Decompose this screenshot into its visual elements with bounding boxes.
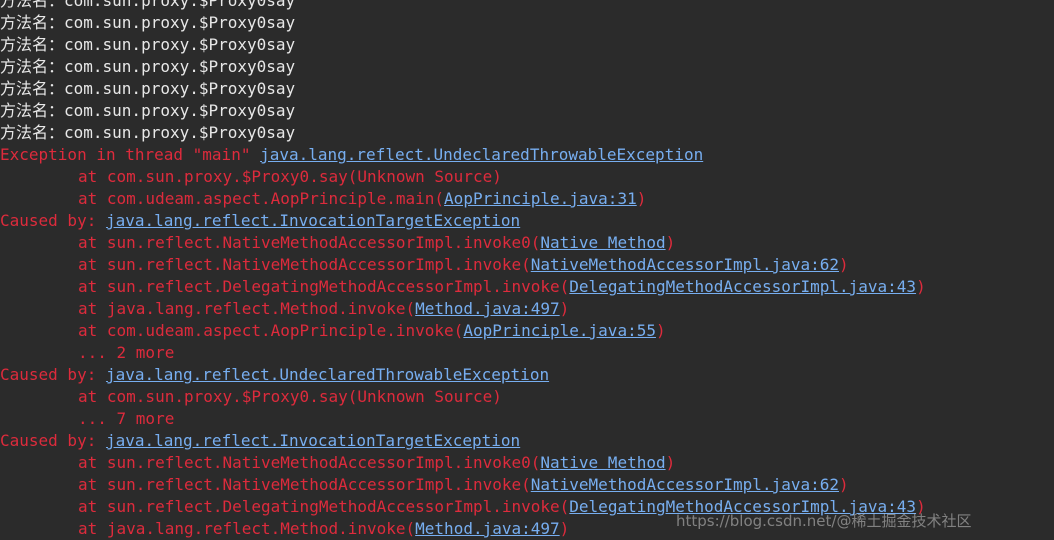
- more-frames: ... 7 more: [78, 409, 175, 428]
- stdout-line: 方法名：com.sun.proxy.$Proxy0say: [0, 101, 296, 120]
- source-link[interactable]: AopPrinciple.java:31: [444, 189, 637, 208]
- more-frames: ... 2 more: [78, 343, 175, 362]
- stack-frame: at sun.reflect.NativeMethodAccessorImpl.…: [0, 254, 1054, 276]
- caused-by-header: Caused by: java.lang.reflect.UndeclaredT…: [0, 364, 1054, 386]
- frame-suffix: ): [839, 255, 849, 274]
- frame-text: at sun.reflect.NativeMethodAccessorImpl.…: [78, 475, 531, 494]
- exception-class-link[interactable]: java.lang.reflect.UndeclaredThrowableExc…: [260, 145, 703, 164]
- frame-text: at sun.reflect.NativeMethodAccessorImpl.…: [78, 233, 541, 252]
- frame-suffix: ): [665, 233, 676, 252]
- stack-frame: at com.udeam.aspect.AopPrinciple.invoke(…: [0, 320, 1054, 342]
- source-link[interactable]: DelegatingMethodAccessorImpl.java:43: [569, 277, 916, 296]
- frame-text: at sun.reflect.NativeMethodAccessorImpl.…: [78, 453, 541, 472]
- source-link[interactable]: Method.java:497: [415, 299, 560, 318]
- caused-by-header: Caused by: java.lang.reflect.InvocationT…: [0, 430, 1054, 452]
- stdout-line: 方法名：com.sun.proxy.$Proxy0say: [0, 0, 296, 10]
- exception-class-link[interactable]: java.lang.reflect.UndeclaredThrowableExc…: [106, 365, 549, 384]
- stack-frame: at com.sun.proxy.$Proxy0.say(Unknown Sou…: [0, 386, 1054, 408]
- frame-suffix: ): [559, 299, 570, 318]
- source-link[interactable]: AopPrinciple.java:55: [463, 321, 656, 340]
- exception-class-link[interactable]: java.lang.reflect.InvocationTargetExcept…: [106, 211, 520, 230]
- frame-suffix: ): [636, 189, 647, 208]
- caused-by-header: Caused by: java.lang.reflect.InvocationT…: [0, 210, 1054, 232]
- exception-prefix: Exception in thread "main": [0, 145, 261, 164]
- source-link[interactable]: NativeMethodAccessorImpl.java:62: [531, 255, 839, 274]
- caused-by-prefix: Caused by:: [0, 211, 106, 230]
- source-link[interactable]: Method.java:497: [415, 519, 560, 538]
- frame-text: at com.sun.proxy.$Proxy0.say(Unknown Sou…: [78, 167, 502, 186]
- frame-suffix: ): [559, 519, 570, 538]
- frame-text: at com.sun.proxy.$Proxy0.say(Unknown Sou…: [78, 387, 502, 406]
- exception-class-link[interactable]: java.lang.reflect.InvocationTargetExcept…: [106, 431, 520, 450]
- stack-frame: at sun.reflect.NativeMethodAccessorImpl.…: [0, 232, 1054, 254]
- frame-suffix: ): [655, 321, 666, 340]
- frame-suffix: ): [916, 277, 926, 296]
- stack-frame: at sun.reflect.DelegatingMethodAccessorI…: [0, 276, 1054, 298]
- frame-suffix: ): [839, 475, 849, 494]
- stdout-line: 方法名：com.sun.proxy.$Proxy0say: [0, 123, 296, 142]
- stack-frame: at sun.reflect.NativeMethodAccessorImpl.…: [0, 474, 1054, 496]
- frame-suffix: ): [665, 453, 676, 472]
- frame-text: at sun.reflect.DelegatingMethodAccessorI…: [78, 277, 570, 296]
- stdout-line: 方法名：com.sun.proxy.$Proxy0say: [0, 35, 296, 54]
- frame-text: at sun.reflect.NativeMethodAccessorImpl.…: [78, 255, 531, 274]
- stdout-line: 方法名：com.sun.proxy.$Proxy0say: [0, 13, 296, 32]
- frame-text: at sun.reflect.DelegatingMethodAccessorI…: [78, 497, 570, 516]
- source-link[interactable]: Native Method: [540, 233, 665, 252]
- frame-text: at java.lang.reflect.Method.invoke(: [78, 299, 416, 318]
- source-link[interactable]: NativeMethodAccessorImpl.java:62: [531, 475, 839, 494]
- frame-text: at java.lang.reflect.Method.invoke(: [78, 519, 416, 538]
- caused-by-prefix: Caused by:: [0, 431, 106, 450]
- frame-text: at com.udeam.aspect.AopPrinciple.invoke(: [78, 321, 464, 340]
- stdout-line: 方法名：com.sun.proxy.$Proxy0say: [0, 79, 296, 98]
- console-output: 方法名：com.sun.proxy.$Proxy0say 方法名：com.sun…: [0, 0, 1054, 540]
- stdout-line: 方法名：com.sun.proxy.$Proxy0say: [0, 57, 296, 76]
- source-link[interactable]: Native Method: [540, 453, 665, 472]
- exception-header: Exception in thread "main" java.lang.ref…: [0, 144, 1054, 166]
- watermark: https://blog.csdn.net/@稀土掘金技术社区: [676, 512, 972, 530]
- stack-frame: at java.lang.reflect.Method.invoke(Metho…: [0, 298, 1054, 320]
- caused-by-prefix: Caused by:: [0, 365, 106, 384]
- stack-frame: at com.udeam.aspect.AopPrinciple.main(Ao…: [0, 188, 1054, 210]
- stack-frame: at com.sun.proxy.$Proxy0.say(Unknown Sou…: [0, 166, 1054, 188]
- frame-text: at com.udeam.aspect.AopPrinciple.main(: [78, 189, 445, 208]
- stack-frame: at sun.reflect.NativeMethodAccessorImpl.…: [0, 452, 1054, 474]
